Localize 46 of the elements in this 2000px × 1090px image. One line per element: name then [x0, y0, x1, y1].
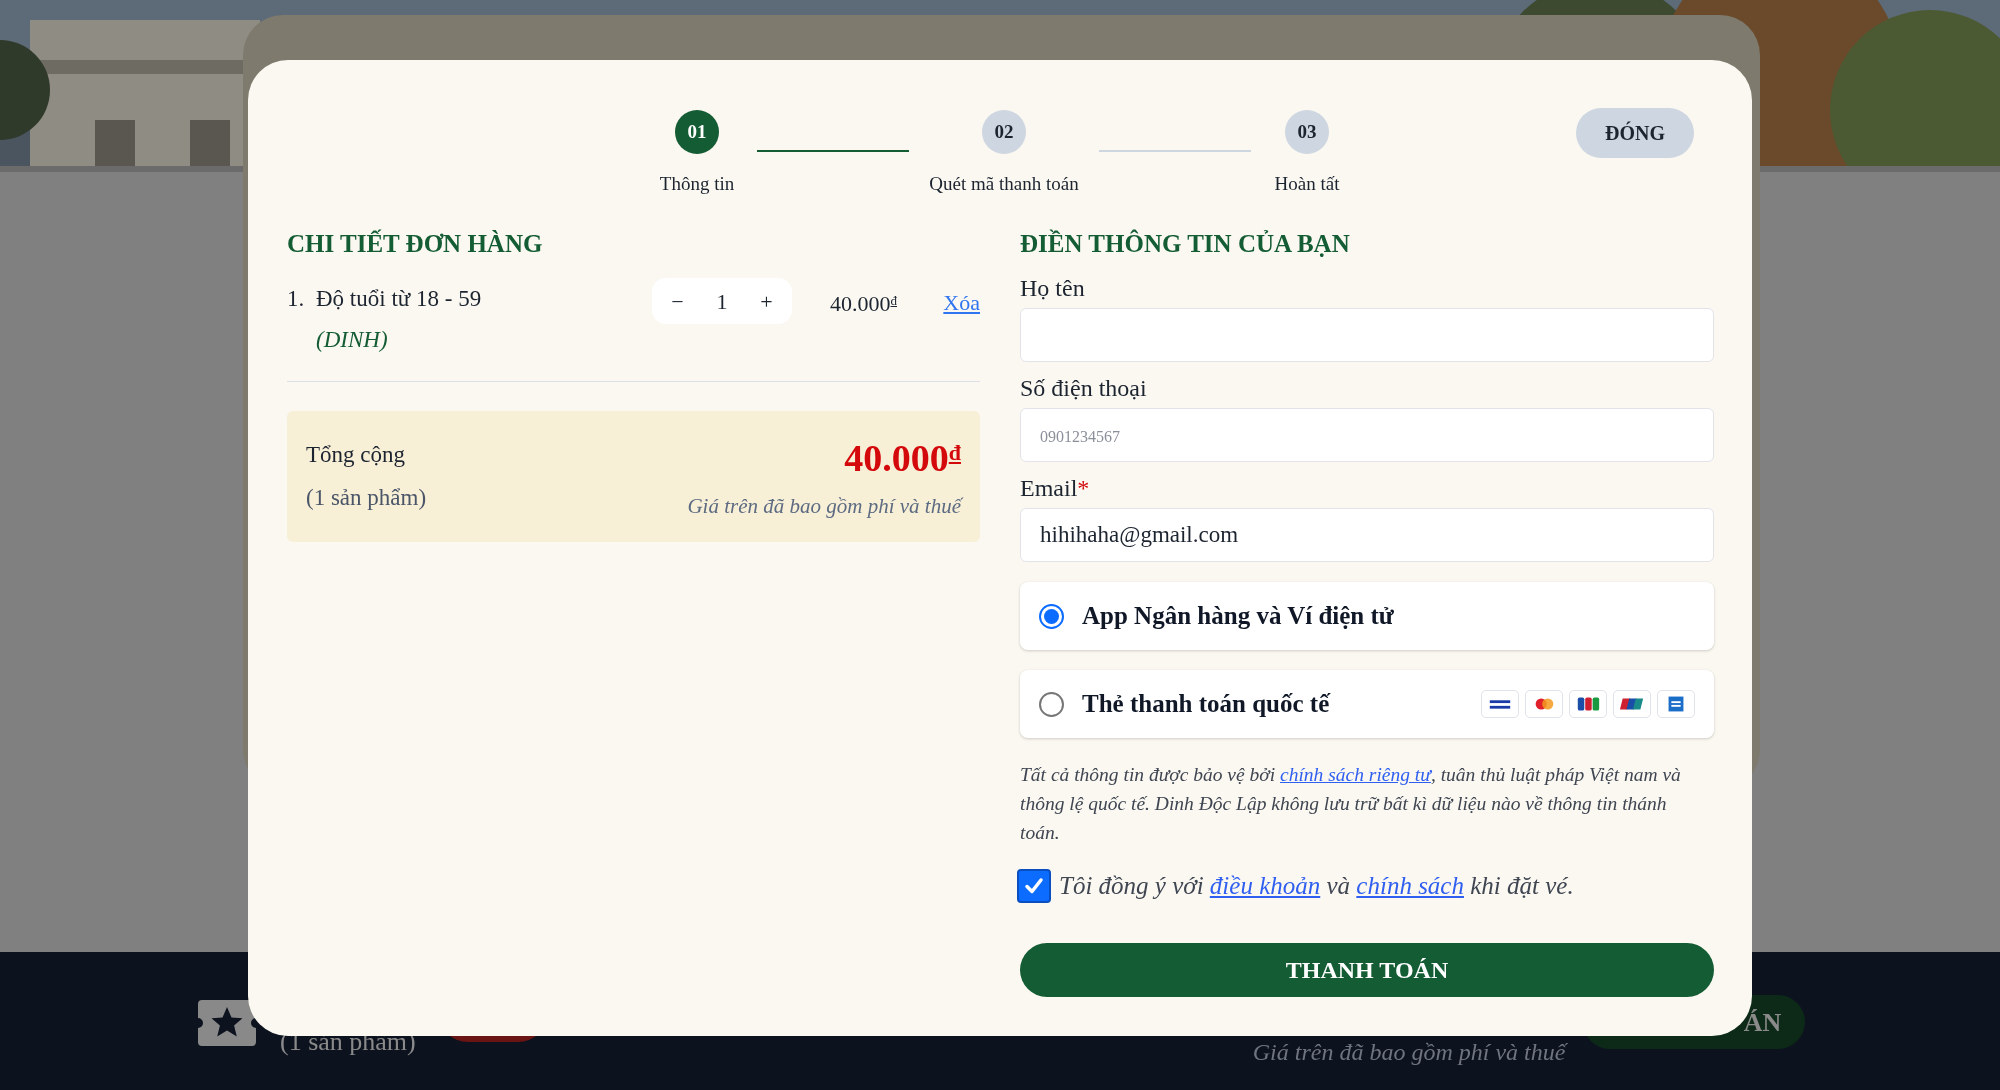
- card-brand-icon: [1481, 690, 1519, 718]
- input-field[interactable]: [1020, 308, 1714, 362]
- card-brand-icon: [1569, 690, 1607, 718]
- step-number: 02: [982, 110, 1026, 154]
- item-price: 40.000$^{đ}$: [830, 290, 897, 318]
- increase-button[interactable]: +: [754, 284, 779, 318]
- card-brand-icon: [1657, 690, 1695, 718]
- policy-link[interactable]: chính sách: [1356, 872, 1464, 899]
- field-label: Email*: [1020, 474, 1091, 503]
- step-label: Thông tin: [659, 172, 735, 196]
- payment-label: Thẻ thanh toán quốc tế: [1082, 689, 1330, 720]
- field-label: Họ tên: [1020, 274, 1086, 303]
- privacy-notice: Tất cả thông tin được bảo vệ bởi chính sách riêng tư, tuân thủ luật pháp Việt nam và thông lệ quốc tế. Dinh Độc Lập không lưu trữ bất kì dữ liệu nào về thông tin thánh toán.: [1020, 763, 1682, 845]
- section-title: CHI TIẾT ĐƠN HÀNG: [287, 228, 544, 259]
- total-amount: 40.000$^{đ}$: [844, 436, 961, 482]
- card-brand-icon: [1613, 690, 1651, 718]
- step-label: Quét mã thanh toán: [929, 172, 1079, 196]
- field-label: Số điện thoại: [1020, 374, 1148, 403]
- ticket-name: Độ tuổi từ 18 - 59: [316, 285, 483, 313]
- terms-agreement: Tôi đồng ý với điều khoản và chính sách khi đặt vé.: [1059, 871, 1574, 901]
- card-brand-icon: [1525, 690, 1563, 718]
- terms-link[interactable]: điều khoản: [1209, 872, 1321, 899]
- remove-link[interactable]: Xóa: [943, 286, 980, 319]
- radio-button[interactable]: [1039, 603, 1064, 629]
- input-field[interactable]: 0901234567: [1020, 408, 1714, 462]
- close-button[interactable]: ĐÓNG: [1576, 108, 1694, 158]
- agree-checkbox[interactable]: [1017, 868, 1051, 903]
- pay-button[interactable]: THANH TOÁN: [1020, 942, 1714, 997]
- input-field[interactable]: hihihaha@gmail.com: [1020, 508, 1714, 562]
- decrease-button[interactable]: −: [665, 284, 690, 318]
- total-label: Tổng cộng: [306, 441, 406, 469]
- privacy-policy-link[interactable]: chính sách riêng tư: [1280, 764, 1431, 785]
- step-number: 01: [675, 110, 719, 154]
- product-count: (1 sản phẩm): [306, 483, 427, 512]
- ticket-star-icon: [198, 1000, 256, 1046]
- quantity-value: 1: [716, 287, 728, 316]
- step-label: Hoàn tất: [1274, 172, 1340, 196]
- radio-button[interactable]: [1039, 691, 1064, 717]
- payment-option[interactable]: App Ngân hàng và Ví điện tử: [1020, 582, 1714, 650]
- price-note: Giá trên đã bao gồm phí và thuế: [1252, 1038, 1566, 1067]
- section-title: ĐIỀN THÔNG TIN CỦA BẠN: [1020, 228, 1351, 259]
- payment-label: App Ngân hàng và Ví điện tử: [1082, 601, 1394, 632]
- venue-label: (DINH): [316, 325, 389, 354]
- item-index: 1.: [287, 285, 306, 313]
- payment-option[interactable]: Thẻ thanh toán quốc tế: [1020, 670, 1714, 738]
- step-number: 03: [1285, 110, 1329, 154]
